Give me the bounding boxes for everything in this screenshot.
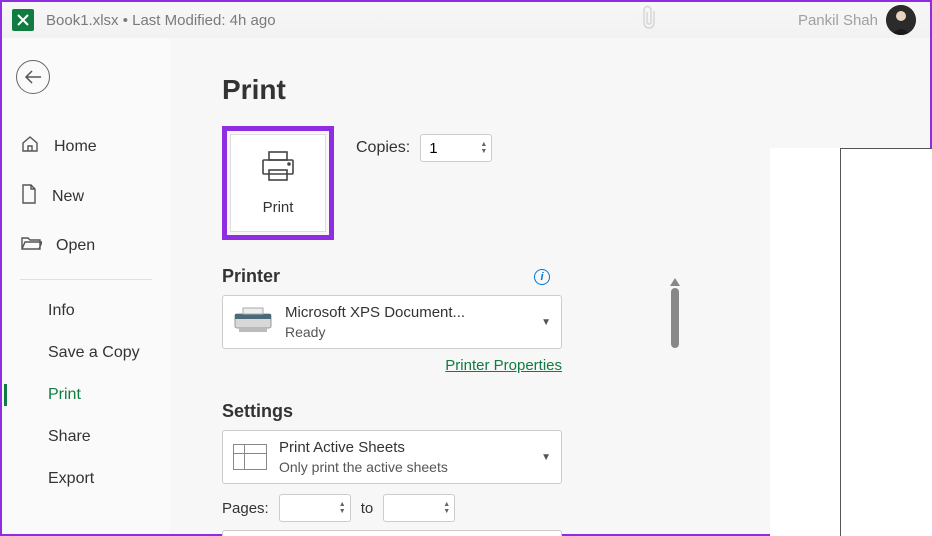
pages-label: Pages:: [222, 500, 269, 517]
printer-section-header: Printer i: [222, 266, 562, 287]
home-icon: [20, 134, 40, 159]
back-button[interactable]: [16, 60, 50, 94]
title-bar: Book1.xlsx • Last Modified: 4h ago Panki…: [2, 2, 930, 38]
page-title: Print: [222, 74, 562, 106]
spinner-arrows-icon[interactable]: ▲▼: [480, 141, 487, 155]
pages-to-label: to: [361, 500, 374, 517]
scrollbar-thumb[interactable]: [671, 288, 679, 348]
sheet-grid-icon: [233, 444, 267, 470]
printer-icon: [257, 150, 299, 187]
settings-section-header: Settings: [222, 401, 562, 422]
info-icon[interactable]: i: [534, 269, 550, 285]
backstage-sidebar: Home New Open Info Save a Copy Print Sha…: [2, 38, 170, 534]
sidebar-item-new[interactable]: New: [2, 171, 170, 222]
document-title: Book1.xlsx • Last Modified: 4h ago: [46, 12, 276, 29]
new-file-icon: [20, 183, 38, 210]
sidebar-item-open[interactable]: Open: [2, 222, 170, 269]
copies-label: Copies:: [356, 139, 410, 157]
sidebar-label: Home: [54, 138, 97, 156]
collation-dropdown[interactable]: Collated 1,2,3 1,2,3 1,2,3 ▼: [222, 530, 562, 536]
print-preview-area: 1: [770, 148, 932, 536]
print-button-label: Print: [263, 199, 294, 216]
user-name: Pankil Shah: [798, 12, 878, 29]
pages-to-spinner[interactable]: ▲▼: [383, 494, 455, 522]
printer-selector-dropdown[interactable]: Microsoft XPS Document... Ready ▼: [222, 295, 562, 349]
chevron-down-icon: ▼: [541, 317, 551, 328]
sidebar-label: Open: [56, 237, 95, 255]
printer-device-icon: [233, 306, 273, 339]
open-folder-icon: [20, 234, 42, 257]
sidebar-divider: [20, 279, 152, 280]
sidebar-item-info[interactable]: Info: [2, 290, 170, 332]
spinner-arrows-icon[interactable]: ▲▼: [339, 501, 346, 515]
excel-app-icon: [12, 9, 34, 31]
chevron-down-icon: ▼: [541, 452, 551, 463]
sidebar-label: New: [52, 188, 84, 206]
user-avatar[interactable]: [886, 5, 916, 35]
print-button[interactable]: Print: [230, 134, 326, 232]
settings-scrollbar[interactable]: [670, 278, 680, 536]
printer-name: Microsoft XPS Document...: [285, 304, 529, 321]
print-backstage-view: Print Print Copies: ▲▼: [170, 38, 930, 534]
pages-from-input[interactable]: [280, 500, 324, 517]
sidebar-item-print[interactable]: Print: [2, 374, 170, 416]
sidebar-item-save-copy[interactable]: Save a Copy: [2, 332, 170, 374]
copies-spinner[interactable]: ▲▼: [420, 134, 492, 162]
copies-input[interactable]: [421, 140, 465, 157]
attachment-icon: [640, 5, 660, 36]
sidebar-item-export[interactable]: Export: [2, 458, 170, 500]
sidebar-item-share[interactable]: Share: [2, 416, 170, 458]
preview-page: 1: [840, 148, 932, 536]
sidebar-item-home[interactable]: Home: [2, 122, 170, 171]
print-what-dropdown[interactable]: Print Active Sheets Only print the activ…: [222, 430, 562, 484]
pages-from-spinner[interactable]: ▲▼: [279, 494, 351, 522]
printer-properties-link[interactable]: Printer Properties: [445, 357, 562, 374]
printer-status: Ready: [285, 324, 529, 340]
scroll-up-arrow-icon[interactable]: [670, 278, 680, 286]
pages-to-input[interactable]: [384, 500, 428, 517]
print-button-highlight: Print: [222, 126, 334, 240]
spinner-arrows-icon[interactable]: ▲▼: [443, 501, 450, 515]
